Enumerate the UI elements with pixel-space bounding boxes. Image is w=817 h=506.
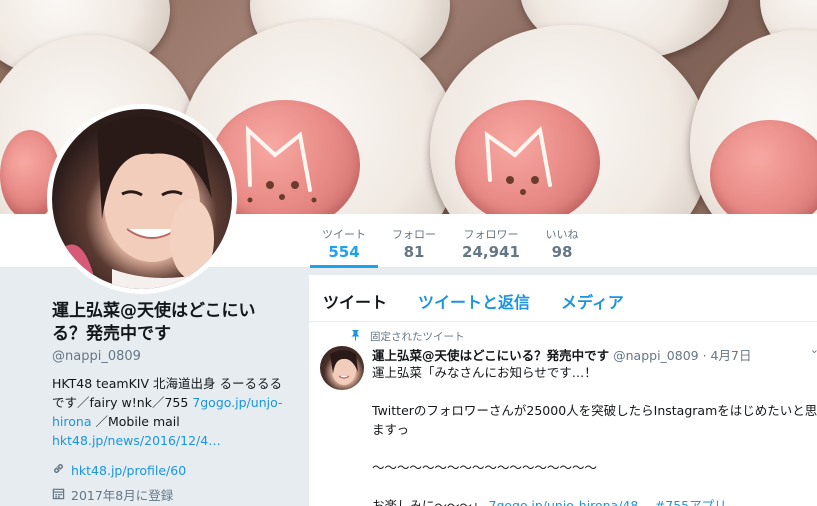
- tweet-author-name[interactable]: 運上弘菜@天使はどこにいる？発売中です: [372, 348, 609, 363]
- pinned-label: 固定されたツイート: [370, 331, 465, 343]
- bio-line: hkt48.jp/news/2016/12/4…: [52, 431, 292, 450]
- tweet-line: 〜〜〜〜〜〜〜〜〜〜〜〜〜〜〜〜〜〜: [372, 460, 598, 475]
- stat-label: ツイート: [322, 228, 366, 241]
- tweet-header: 運上弘菜@天使はどこにいる？発売中です @nappi_0809 · 4月7日: [372, 345, 751, 364]
- tweet-avatar[interactable]: [320, 346, 364, 390]
- tweet-blank-line: [372, 382, 817, 401]
- profile-avatar[interactable]: [47, 104, 237, 294]
- stat-value: 24,941: [462, 243, 520, 261]
- tab-tweets-replies[interactable]: ツイートと返信: [418, 289, 530, 313]
- pin-icon: [351, 329, 360, 344]
- bio-link-7gogo-cont[interactable]: hirona: [52, 414, 92, 429]
- tweet-line: お楽しみに〜〜〜」 7gogo.jp/unjo-hirona/48… #755ア…: [372, 496, 817, 506]
- bio-line: hirona ／Mobile mail: [52, 412, 292, 431]
- profile-bio: HKT48 teamKIV 北海道出身 るーるるる です／fairy w!nk／…: [52, 374, 292, 450]
- profile-name-line: 運上弘菜@天使はどこにい: [52, 301, 256, 321]
- stat-label: フォロワー: [463, 228, 519, 241]
- tweet-author-handle[interactable]: @nappi_0809: [613, 348, 699, 363]
- bio-text: です／fairy w!nk／755: [52, 395, 193, 410]
- tweet-blank-line: [372, 439, 817, 458]
- stat-followers[interactable]: フォロワー 24,941: [456, 214, 526, 268]
- joined-date: 2017年8月に登録: [71, 488, 174, 503]
- profile-name-line: る？発売中です: [52, 324, 171, 344]
- calendar-icon: [52, 487, 65, 503]
- tab-media[interactable]: メディア: [561, 289, 624, 313]
- tweet-line: 運上弘菜「みなさんにお知らせです…！: [372, 365, 597, 380]
- stat-value: 81: [403, 243, 425, 261]
- bio-line: です／fairy w!nk／755 7gogo.jp/unjo-: [52, 393, 292, 412]
- profile-card: 運上弘菜@天使はどこにい る？発売中です @nappi_0809 HKT48 t…: [52, 300, 292, 504]
- tweet-date[interactable]: · 4月7日: [703, 348, 752, 363]
- tweet-line: Twitterのフォロワーさんが25000人を突破したらInstagramをはじ…: [372, 403, 817, 418]
- stat-value: 98: [551, 243, 573, 261]
- stat-following[interactable]: フォロー 81: [383, 214, 445, 268]
- tweet-line: ますっ: [372, 422, 410, 437]
- bio-text: ／Mobile mail: [91, 414, 180, 429]
- tweet-blank-line: [372, 477, 817, 496]
- tweet-link[interactable]: 7gogo.jp/unjo-hirona/48…: [489, 498, 651, 506]
- stat-likes[interactable]: いいね 98: [538, 214, 586, 268]
- profile-joined: 2017年8月に登録: [52, 485, 292, 504]
- bio-link-7gogo[interactable]: 7gogo.jp/unjo-: [192, 395, 282, 410]
- website-link[interactable]: hkt48.jp/profile/60: [71, 463, 186, 478]
- chevron-down-icon[interactable]: ⌄: [810, 343, 817, 356]
- tab-tweets[interactable]: ツイート: [323, 289, 387, 313]
- bio-line: HKT48 teamKIV 北海道出身 るーるるる: [52, 376, 282, 391]
- profile-website: hkt48.jp/profile/60: [52, 462, 292, 478]
- tweet-text-segment: お楽しみに〜〜〜」: [372, 498, 485, 506]
- stat-label: フォロー: [392, 228, 436, 241]
- bio-link-hkt48-news[interactable]: hkt48.jp/news/2016/12/4…: [52, 433, 221, 448]
- link-icon: [52, 462, 65, 478]
- tweet-hashtag[interactable]: #755アプリ: [655, 498, 727, 506]
- profile-handle[interactable]: @nappi_0809: [52, 349, 292, 364]
- avatar-photo: [52, 109, 232, 289]
- profile-name[interactable]: 運上弘菜@天使はどこにい る？発売中です: [52, 300, 292, 346]
- pinned-indicator: 固定されたツイート: [351, 329, 465, 344]
- timeline: ツイート ツイートと返信 メディア 固定されたツイート 運上弘菜@天使はどこにい…: [309, 275, 817, 506]
- stat-value: 554: [328, 243, 360, 261]
- timeline-tabs: ツイート ツイートと返信 メディア: [309, 275, 817, 322]
- stat-tweets[interactable]: ツイート 554: [310, 214, 378, 268]
- banner-macaron: [455, 100, 600, 214]
- stat-label: いいね: [545, 228, 579, 241]
- tweet-text: 運上弘菜「みなさんにお知らせです…！ Twitterのフォロワーさんが25000…: [372, 363, 817, 506]
